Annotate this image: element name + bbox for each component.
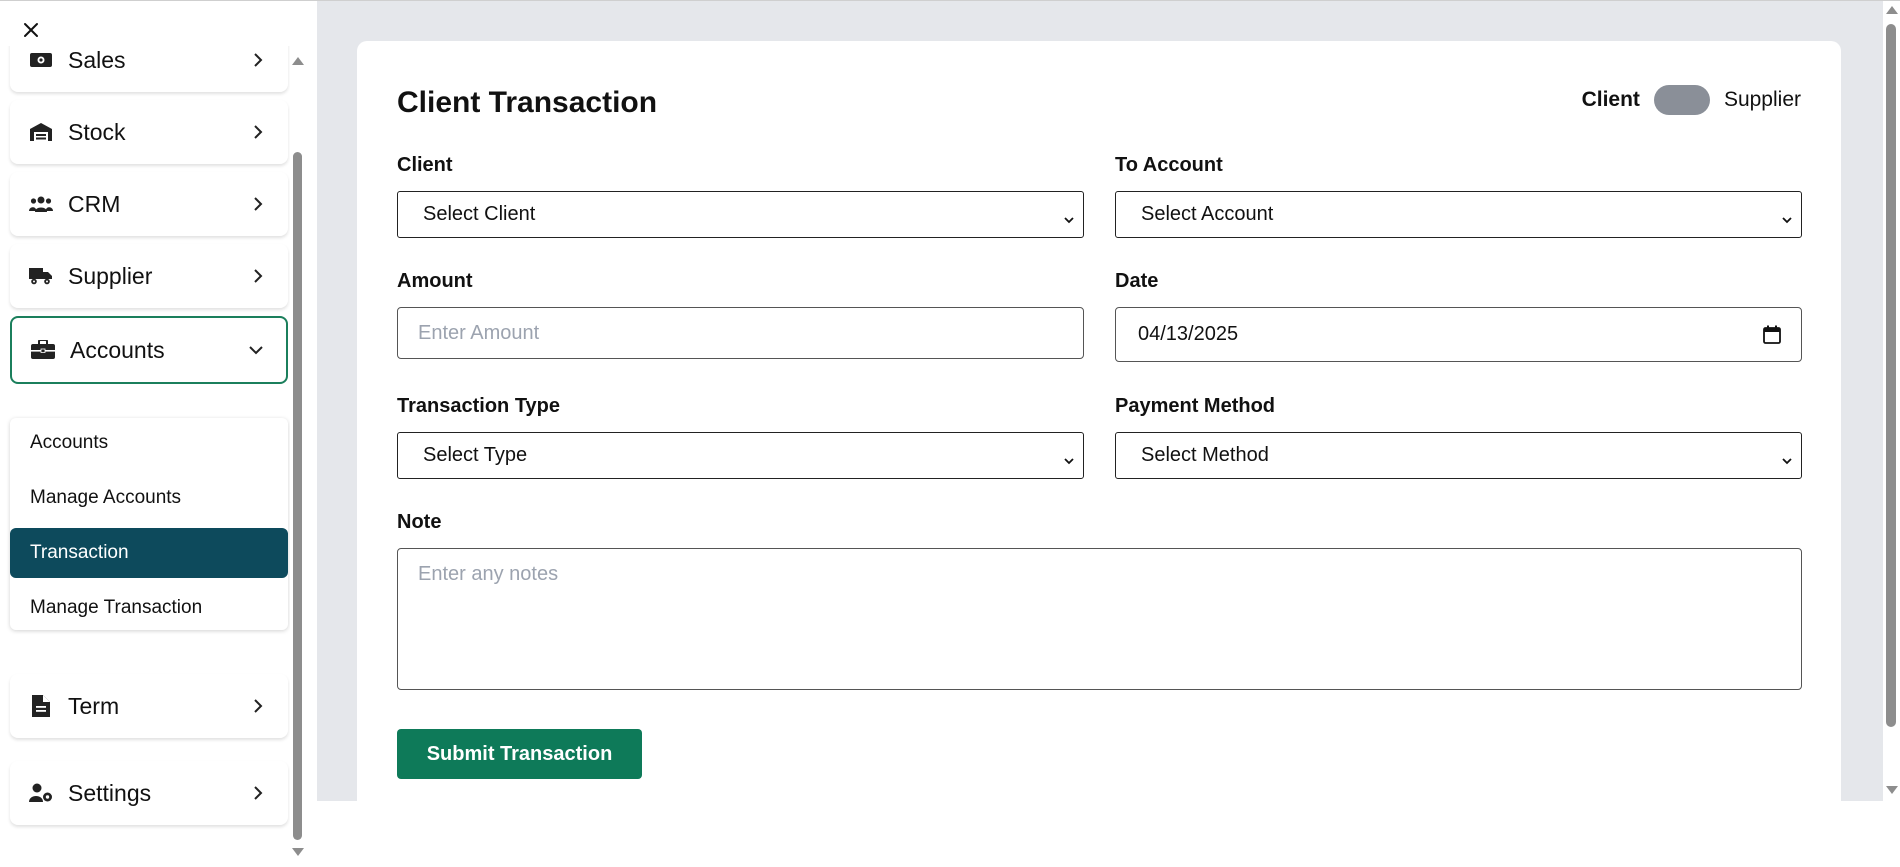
sidebar-item-label: Accounts	[70, 336, 165, 363]
toggle-right-label: Supplier	[1723, 88, 1801, 111]
amount-label: Amount	[397, 270, 473, 292]
note-textarea[interactable]	[397, 548, 1802, 690]
sidebar-item-label: CRM	[68, 190, 121, 217]
to-account-select[interactable]: Select Account	[1115, 191, 1802, 238]
submenu-item-manage-transaction[interactable]: Manage Transaction	[10, 583, 288, 633]
user-gear-icon	[29, 783, 53, 803]
page-scroll-up-arrow[interactable]	[1886, 6, 1898, 14]
submenu-item-accounts[interactable]: Accounts	[10, 418, 288, 468]
submenu-item-transaction[interactable]: Transaction	[10, 528, 288, 578]
sidebar-scrollbar-thumb[interactable]	[293, 152, 302, 840]
submit-transaction-button[interactable]: Submit Transaction	[397, 729, 642, 779]
to-account-label: To Account	[1115, 154, 1223, 176]
to-account-select-value: Select Account	[1141, 203, 1274, 225]
sidebar-item-label: Settings	[68, 779, 152, 806]
chevron-down-icon	[1781, 450, 1793, 465]
chevron-down-icon	[1063, 209, 1075, 224]
payment-method-select-value: Select Method	[1141, 444, 1269, 466]
sidebar-item-supplier[interactable]: Supplier	[10, 244, 288, 308]
date-label: Date	[1115, 270, 1159, 292]
transaction-type-select-value: Select Type	[423, 444, 528, 466]
page-title: Client Transaction	[397, 86, 658, 119]
briefcase-icon	[31, 340, 55, 360]
chevron-down-icon	[248, 342, 264, 358]
users-icon	[29, 194, 53, 214]
client-supplier-toggle: Client Supplier	[1582, 85, 1801, 115]
sidebar-item-sales[interactable]: Sales	[10, 46, 288, 92]
chevron-right-icon	[250, 196, 266, 212]
warehouse-icon	[29, 122, 53, 142]
transaction-type-select[interactable]: Select Type	[397, 432, 1084, 479]
note-label: Note	[397, 511, 442, 533]
client-select[interactable]: Select Client	[397, 191, 1084, 238]
main-content: Client Transaction Client Supplier Clien…	[317, 1, 1900, 801]
sidebar-item-label: Term	[68, 692, 120, 719]
page-scroll-down-arrow[interactable]	[1886, 786, 1898, 794]
chevron-right-icon	[250, 268, 266, 284]
file-icon	[29, 695, 53, 717]
sidebar-item-settings[interactable]: Settings	[10, 761, 288, 825]
page-scrollbar-thumb[interactable]	[1886, 24, 1896, 727]
sidebar-item-stock[interactable]: Stock	[10, 100, 288, 164]
payment-method-label: Payment Method	[1115, 395, 1276, 417]
transaction-form-card: Client Transaction Client Supplier Clien…	[357, 41, 1841, 801]
chevron-right-icon	[250, 52, 266, 68]
transaction-type-label: Transaction Type	[397, 395, 561, 417]
date-input[interactable]: 04/13/2025	[1115, 307, 1802, 362]
calendar-icon[interactable]	[1763, 325, 1781, 344]
accounts-submenu: Accounts Manage Accounts Transaction Man…	[10, 418, 288, 630]
close-icon[interactable]	[20, 19, 42, 41]
sidebar-item-label: Sales	[68, 46, 126, 73]
amount-input[interactable]	[397, 307, 1084, 359]
truck-icon	[29, 266, 53, 286]
sidebar-item-label: Stock	[68, 118, 126, 145]
sidebar: Sales Stock CRM Supplier Accounts Accoun…	[0, 1, 317, 867]
sidebar-nav: Sales Stock CRM Supplier Accounts Accoun…	[0, 46, 290, 861]
chevron-down-icon	[1063, 450, 1075, 465]
scroll-up-arrow[interactable]	[292, 57, 304, 65]
chevron-down-icon	[1781, 209, 1793, 224]
scroll-down-arrow[interactable]	[292, 848, 304, 856]
sidebar-item-crm[interactable]: CRM	[10, 172, 288, 236]
client-label: Client	[397, 154, 453, 176]
submenu-item-manage-accounts[interactable]: Manage Accounts	[10, 473, 288, 523]
toggle-left-label: Client	[1581, 88, 1640, 111]
chevron-right-icon	[250, 785, 266, 801]
chevron-right-icon	[250, 698, 266, 714]
payment-method-select[interactable]: Select Method	[1115, 432, 1802, 479]
chevron-right-icon	[250, 124, 266, 140]
sidebar-item-label: Supplier	[68, 262, 153, 289]
date-value: 04/13/2025	[1138, 323, 1239, 345]
toggle-switch[interactable]	[1653, 85, 1710, 115]
sidebar-item-term[interactable]: Term	[10, 674, 288, 738]
client-select-value: Select Client	[423, 203, 536, 225]
money-bill-icon	[29, 50, 53, 70]
sidebar-item-accounts[interactable]: Accounts	[10, 316, 288, 384]
